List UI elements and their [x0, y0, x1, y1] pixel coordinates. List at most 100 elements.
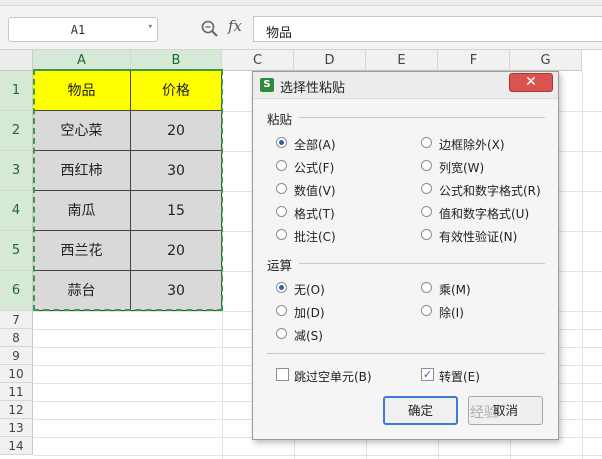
table-cell[interactable]: 蒜台 — [33, 271, 131, 311]
radio-option[interactable]: 公式(F) — [276, 159, 401, 175]
table-cell[interactable]: 15 — [131, 191, 222, 231]
column-header-f[interactable]: F — [438, 50, 510, 71]
radio-option[interactable]: 无(O) — [276, 281, 401, 297]
radio-button[interactable] — [276, 282, 287, 293]
row-header-7[interactable]: 7 — [0, 311, 33, 329]
grid-line — [33, 455, 602, 456]
transpose-label: 转置(E) — [439, 370, 480, 384]
radio-option[interactable]: 数值(V) — [276, 182, 401, 198]
radio-option[interactable]: 值和数字格式(U) — [421, 205, 546, 221]
radio-label: 除(I) — [439, 306, 464, 320]
name-box[interactable]: A1 ▾ — [8, 17, 158, 42]
radio-option[interactable]: 乘(M) — [421, 281, 546, 297]
radio-button[interactable] — [421, 137, 432, 148]
row-header-11[interactable]: 11 — [0, 383, 33, 401]
radio-label: 格式(T) — [294, 207, 335, 221]
watermark: 经验 — [470, 405, 498, 421]
radio-label: 乘(M) — [439, 283, 471, 297]
radio-label: 全部(A) — [294, 138, 336, 152]
row-header-10[interactable]: 10 — [0, 365, 33, 383]
table-cell[interactable]: 30 — [131, 271, 222, 311]
column-header-g[interactable]: G — [510, 50, 582, 71]
column-header-b[interactable]: B — [131, 50, 222, 71]
formula-input[interactable]: 物品 — [253, 16, 602, 42]
radio-option[interactable]: 除(I) — [421, 304, 546, 320]
radio-label: 公式和数字格式(R) — [439, 184, 541, 198]
row-header-2[interactable]: 2 — [0, 111, 33, 151]
radio-button[interactable] — [276, 229, 287, 240]
row-header-9[interactable]: 9 — [0, 347, 33, 365]
close-button[interactable]: ✕ — [509, 73, 553, 92]
row-header-5[interactable]: 5 — [0, 231, 33, 271]
app-logo-icon: S — [260, 78, 274, 92]
row-header-3[interactable]: 3 — [0, 151, 33, 191]
skip-blanks-checkbox[interactable]: 跳过空单元(B) — [276, 368, 396, 384]
divider — [267, 353, 545, 354]
name-box-value: A1 — [70, 23, 86, 37]
table-cell[interactable]: 30 — [131, 151, 222, 191]
radio-option[interactable]: 减(S) — [276, 327, 401, 343]
table-cell[interactable]: 南瓜 — [33, 191, 131, 231]
header-cell[interactable]: 价格 — [131, 71, 222, 111]
radio-button[interactable] — [276, 183, 287, 194]
radio-option[interactable]: 公式和数字格式(R) — [421, 182, 546, 198]
table-cell[interactable]: 20 — [131, 111, 222, 151]
radio-button[interactable] — [276, 206, 287, 217]
select-all-corner[interactable] — [0, 50, 33, 71]
radio-button[interactable] — [421, 305, 432, 316]
formula-value: 物品 — [266, 26, 293, 41]
radio-option[interactable]: 格式(T) — [276, 205, 401, 221]
radio-label: 无(O) — [294, 283, 325, 297]
radio-option[interactable]: 批注(C) — [276, 228, 401, 244]
radio-button[interactable] — [276, 305, 287, 316]
radio-option[interactable]: 有效性验证(N) — [421, 228, 546, 244]
radio-button[interactable] — [421, 160, 432, 171]
row-header-4[interactable]: 4 — [0, 191, 33, 231]
radio-label: 批注(C) — [294, 230, 336, 244]
divider — [299, 117, 545, 118]
radio-label: 减(S) — [294, 329, 323, 343]
row-header-13[interactable]: 13 — [0, 419, 33, 437]
row-header-12[interactable]: 12 — [0, 401, 33, 419]
radio-label: 有效性验证(N) — [439, 230, 518, 244]
radio-button[interactable] — [421, 183, 432, 194]
chevron-down-icon[interactable]: ▾ — [148, 22, 153, 32]
table-cell[interactable]: 空心菜 — [33, 111, 131, 151]
radio-option[interactable]: 边框除外(X) — [421, 136, 546, 152]
close-icon: ✕ — [525, 74, 537, 90]
fx-icon[interactable]: fx — [228, 17, 250, 39]
column-header-a[interactable]: A — [33, 50, 131, 71]
radio-button[interactable] — [421, 206, 432, 217]
checkbox-box[interactable]: ✓ — [421, 368, 434, 381]
column-header-e[interactable]: E — [366, 50, 438, 71]
radio-label: 值和数字格式(U) — [439, 207, 530, 221]
header-cell[interactable]: 物品 — [33, 71, 131, 111]
radio-button[interactable] — [421, 229, 432, 240]
radio-option[interactable]: 加(D) — [276, 304, 401, 320]
radio-button[interactable] — [276, 137, 287, 148]
row-header-6[interactable]: 6 — [0, 271, 33, 311]
table-cell[interactable]: 西兰花 — [33, 231, 131, 271]
radio-option[interactable]: 全部(A) — [276, 136, 401, 152]
radio-button[interactable] — [276, 328, 287, 339]
table-cell[interactable]: 20 — [131, 231, 222, 271]
radio-button[interactable] — [276, 160, 287, 171]
radio-label: 边框除外(X) — [439, 138, 505, 152]
row-header-1[interactable]: 1 — [0, 71, 33, 111]
row-header-14[interactable]: 14 — [0, 437, 33, 455]
radio-label: 数值(V) — [294, 184, 336, 198]
table-cell[interactable]: 西红柿 — [33, 151, 131, 191]
column-header-d[interactable]: D — [294, 50, 366, 71]
row-header-8[interactable]: 8 — [0, 329, 33, 347]
column-header-c[interactable]: C — [222, 50, 294, 71]
dialog-title: 选择性粘贴 — [280, 81, 346, 96]
paste-section-label: 粘贴 — [267, 112, 293, 127]
radio-button[interactable] — [421, 282, 432, 293]
transpose-checkbox[interactable]: ✓ 转置(E) — [421, 368, 521, 384]
divider — [299, 263, 545, 264]
skip-blanks-label: 跳过空单元(B) — [294, 370, 372, 384]
ok-button[interactable]: 确定 — [383, 396, 458, 425]
zoom-icon[interactable] — [200, 19, 220, 39]
radio-option[interactable]: 列宽(W) — [421, 159, 546, 175]
checkbox-box[interactable] — [276, 368, 289, 381]
